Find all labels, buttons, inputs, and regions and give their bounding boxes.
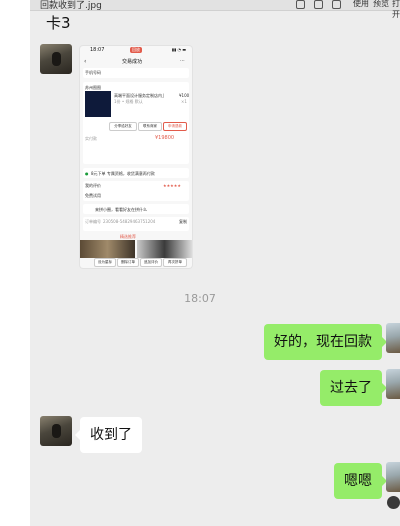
star-order-button[interactable]: 设为星标 xyxy=(94,258,116,267)
signal-icon: ▮▮ ◔ ▬ xyxy=(171,47,186,52)
product-spec: 1份 • 规格 默认 xyxy=(114,99,143,104)
scroll-button-icon[interactable] xyxy=(387,496,400,509)
message-bubble[interactable]: 过去了 xyxy=(320,370,387,406)
preview-button[interactable]: 预览 xyxy=(373,0,389,9)
installment-card: ● 8元下单 专属资格，收货满意再付款 xyxy=(83,168,189,178)
order-no: 230508-54829463751204 xyxy=(103,219,156,224)
share-icon[interactable] xyxy=(314,0,323,9)
edit-icon[interactable] xyxy=(332,0,341,9)
chat-title: 卡3 xyxy=(46,14,71,32)
copy-button[interactable]: 复制 xyxy=(179,219,187,225)
my-avatar[interactable] xyxy=(386,323,400,353)
order-card: 苏州图图 高端平面设计服务定制店内上平面海报... 1份 • 规格 默认 ¥10… xyxy=(83,82,189,164)
product-price: ¥100 xyxy=(179,93,190,98)
recommend-row[interactable]: 来拼小圈，看看好友在拼什么 xyxy=(83,204,189,214)
total-label: 实付款 xyxy=(85,136,97,141)
my-avatar[interactable] xyxy=(386,462,400,492)
order-info-card: 订单编号 230508-54829463751204 复制 xyxy=(83,217,189,231)
status-badge: 回放 xyxy=(130,47,142,53)
featured-image-1 xyxy=(80,240,135,258)
refund-button[interactable]: 申请退款 xyxy=(163,122,187,131)
contact-avatar[interactable] xyxy=(40,416,72,446)
rating-label: 我的评价 xyxy=(85,183,101,188)
phone-time: 18:07 xyxy=(90,47,105,53)
featured-image-2 xyxy=(137,240,192,258)
order-no-label: 订单编号 xyxy=(85,219,101,224)
image-message[interactable]: 18:07 回放 ▮▮ ◔ ▬ ‹ 交易成功 ⋯ 手机号码 苏州图图 高端平面设… xyxy=(80,46,192,268)
info-icon[interactable] xyxy=(296,0,305,9)
contact-avatar[interactable] xyxy=(40,44,72,74)
message-bubble[interactable]: 嗯嗯 xyxy=(334,463,387,499)
phone-row: 手机号码 xyxy=(85,70,101,75)
message-bubble[interactable]: 收到了 xyxy=(75,417,142,453)
installment-icon: ● xyxy=(85,171,89,176)
page-title: 交易成功 xyxy=(122,59,143,65)
free-trial-label: 免费试用 xyxy=(85,193,101,198)
file-name: 回款收到了.jpg xyxy=(40,1,102,11)
rating-stars: ★★★★★ xyxy=(163,183,181,188)
preview-titlebar: 回款收到了.jpg 使用 预览 打开 xyxy=(30,0,400,19)
recommend-text: 来拼小圈，看看好友在拼什么 xyxy=(95,207,147,212)
my-avatar[interactable] xyxy=(386,369,400,399)
contact-seller-button[interactable]: 联系商家 xyxy=(138,122,162,131)
reorder-button[interactable]: 再次拼单 xyxy=(163,258,187,267)
total-amount: ¥19800 xyxy=(155,135,175,141)
use-button[interactable]: 使用 xyxy=(353,0,369,9)
address-card: 手机号码 xyxy=(83,68,189,78)
chat-timestamp: 18:07 xyxy=(184,292,216,305)
add-review-button[interactable]: 追加评价 xyxy=(140,258,162,267)
open-button[interactable]: 打开 xyxy=(392,0,400,20)
back-icon: ‹ xyxy=(84,58,87,65)
delete-order-button[interactable]: 删除订单 xyxy=(117,258,139,267)
product-qty: ×1 xyxy=(181,99,187,104)
message-bubble[interactable]: 好的，现在回款 xyxy=(264,324,387,360)
product-thumbnail xyxy=(85,91,111,117)
installment-text: 8元下单 专属资格，收货满意再付款 xyxy=(91,171,155,176)
phone-status-bar: 18:07 回放 ▮▮ ◔ ▬ xyxy=(80,46,192,55)
share-friend-button[interactable]: 分享给好友 xyxy=(109,122,137,131)
rating-card: 我的评价 ★★★★★ 免费试用 xyxy=(83,181,189,201)
more-icon: ⋯ xyxy=(180,58,185,64)
